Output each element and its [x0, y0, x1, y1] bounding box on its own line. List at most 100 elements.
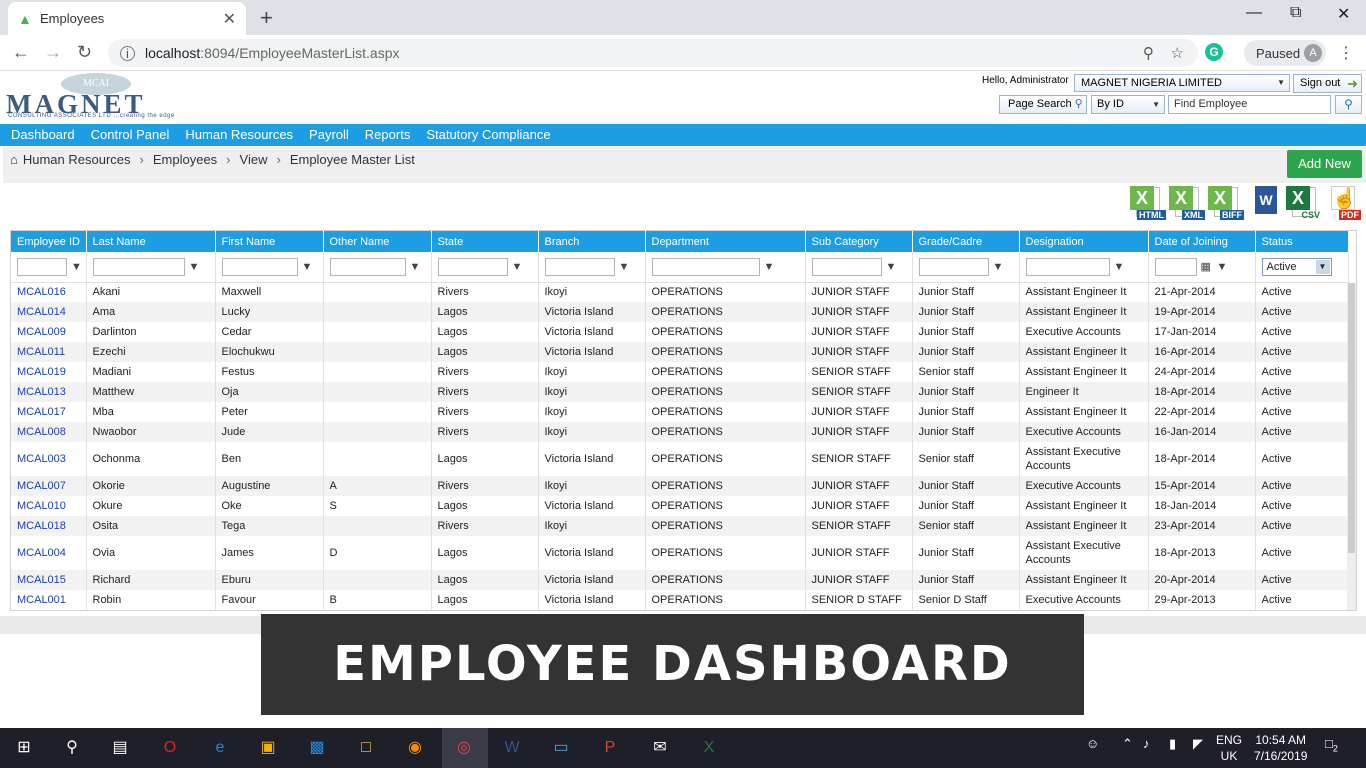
mail-icon[interactable]: ✉ [648, 736, 672, 760]
firefox-icon[interactable]: ◉ [403, 736, 427, 760]
table-row[interactable]: MCAL019 Madiani Festus Rivers Ikoyi OPERATION… [11, 362, 1349, 382]
close-window-icon[interactable]: ✕ [1337, 4, 1350, 24]
employee-id-link[interactable]: MCAL011 [11, 342, 87, 362]
filter-input[interactable] [918, 257, 989, 276]
table-row[interactable]: MCAL014 Ama Lucky Lagos Victoria Island OPERA… [11, 302, 1349, 322]
filter-icon[interactable]: ▼ [1217, 261, 1229, 273]
browser-menu-icon[interactable]: ⋮ [1338, 43, 1354, 63]
profile-button[interactable]: Paused A [1244, 40, 1326, 66]
column-header[interactable]: Branch [538, 231, 646, 252]
date-filter-input[interactable] [1154, 257, 1197, 276]
filter-input[interactable] [651, 257, 760, 276]
menu-item-payroll[interactable]: Payroll [298, 124, 354, 146]
table-row[interactable]: MCAL003 Ochonma Ben Lagos Victoria Island OPE… [11, 442, 1349, 476]
table-row[interactable]: MCAL010 Okure Oke S Lagos Victoria Island OPER… [11, 496, 1349, 516]
breadcrumb-item[interactable]: Human Resources [23, 152, 131, 167]
column-header[interactable]: Employee ID [11, 231, 87, 252]
network-icon[interactable]: ◤ [1193, 736, 1203, 752]
table-row[interactable]: MCAL004 Ovia James D Lagos Victoria Island OPE… [11, 536, 1349, 570]
close-tab-icon[interactable]: ✕ [223, 9, 236, 29]
task-view-icon[interactable]: ▤ [108, 736, 132, 760]
employee-id-link[interactable]: MCAL004 [11, 536, 87, 570]
maximize-icon[interactable]: ⧉ [1290, 4, 1301, 22]
column-header[interactable]: Department [645, 231, 806, 252]
filter-icon[interactable]: ▼ [1114, 261, 1126, 273]
table-row[interactable]: MCAL013 Matthew Oja Rivers Ikoyi OPERATIONS SE… [11, 382, 1349, 402]
table-row[interactable]: MCAL011 Ezechi Elochukwu Lagos Victoria Isla… [11, 342, 1349, 362]
filter-icon[interactable]: ▼ [410, 261, 422, 273]
chrome-icon[interactable]: ◎ [452, 736, 476, 760]
search-by-select[interactable]: By ID ▼ [1091, 95, 1165, 114]
status-filter-select[interactable]: Active ▼ [1261, 257, 1332, 276]
word-icon[interactable]: W [500, 736, 524, 760]
column-header[interactable]: State [431, 231, 539, 252]
search-icon[interactable]: ⚲ [60, 736, 84, 760]
calendar-icon[interactable]: ▦ [1201, 261, 1213, 273]
tray-chevron-icon[interactable]: ⌃ [1122, 736, 1133, 752]
export-word-button[interactable]: W [1247, 186, 1283, 220]
table-row[interactable]: MCAL008 Nwaobor Jude Rivers Ikoyi OPERATIONS J… [11, 422, 1349, 442]
employee-id-link[interactable]: MCAL015 [11, 570, 87, 590]
breadcrumb-item[interactable]: View [240, 152, 268, 167]
file-explorer-icon[interactable]: □ [354, 736, 378, 760]
filter-icon[interactable]: ▼ [764, 261, 776, 273]
breadcrumb-item[interactable]: Employees [153, 152, 217, 167]
filter-input[interactable] [544, 257, 615, 276]
sign-out-button[interactable]: Sign out ➜ [1293, 74, 1362, 93]
export-pdf-button[interactable]: ☝ PDF [1325, 186, 1361, 220]
opera-icon[interactable]: O [158, 736, 182, 760]
filter-icon[interactable]: ▼ [886, 261, 898, 273]
new-tab-icon[interactable]: + [260, 5, 273, 31]
browser-tab[interactable]: ▲ Employees ✕ [8, 2, 246, 35]
excel-icon[interactable]: X [697, 736, 721, 760]
language-indicator[interactable]: ENG UK [1216, 732, 1242, 764]
employee-id-link[interactable]: MCAL016 [11, 282, 87, 302]
site-info-icon[interactable]: i [120, 45, 135, 61]
column-header[interactable]: Status [1255, 231, 1349, 252]
battery-icon[interactable]: ▮ [1169, 736, 1176, 752]
windows-start-icon[interactable]: ⊞ [12, 736, 36, 760]
employee-id-link[interactable]: MCAL007 [11, 476, 87, 496]
column-header[interactable]: Sub Category [805, 231, 913, 252]
employee-id-link[interactable]: MCAL017 [11, 402, 87, 422]
powerpoint-icon[interactable]: P [598, 736, 622, 760]
table-row[interactable]: MCAL017 Mba Peter Rivers Ikoyi OPERATIONS JUNI… [11, 402, 1349, 422]
filter-input[interactable] [92, 257, 185, 276]
filter-input[interactable] [221, 257, 298, 276]
monitor-icon[interactable]: ▭ [549, 736, 573, 760]
filter-icon[interactable]: ▼ [619, 261, 631, 273]
table-row[interactable]: MCAL001 Robin Favour B Lagos Victoria Island O… [11, 590, 1349, 610]
filter-icon[interactable]: ▼ [512, 261, 524, 273]
column-header[interactable]: Grade/Cadre [912, 231, 1020, 252]
table-row[interactable]: MCAL009 Darlinton Cedar Lagos Victoria Islan… [11, 322, 1349, 342]
menu-item-reports[interactable]: Reports [354, 124, 416, 146]
find-employee-search-button[interactable]: ⚲ [1335, 95, 1362, 114]
people-icon[interactable]: ☺ [1086, 736, 1099, 751]
home-icon[interactable]: ⌂ [10, 152, 18, 167]
employee-id-link[interactable]: MCAL010 [11, 496, 87, 516]
menu-item-control-panel[interactable]: Control Panel [80, 124, 175, 146]
company-select[interactable]: MAGNET NIGERIA LIMITED ▼ [1074, 74, 1290, 92]
column-header[interactable]: First Name [215, 231, 324, 252]
add-new-button[interactable]: Add New [1287, 150, 1362, 178]
zoom-icon[interactable]: ⚲ [1143, 45, 1154, 62]
back-icon[interactable]: ← [12, 42, 30, 63]
notification-icon[interactable]: □2 [1325, 736, 1338, 754]
find-employee-input[interactable]: Find Employee [1168, 95, 1331, 114]
bookmark-star-icon[interactable]: ☆ [1171, 45, 1184, 62]
scrollbar-thumb[interactable] [1348, 283, 1355, 553]
table-row[interactable]: MCAL015 Richard Eburu Lagos Victoria Island O… [11, 570, 1349, 590]
employee-id-link[interactable]: MCAL018 [11, 516, 87, 536]
column-header[interactable]: Other Name [323, 231, 432, 252]
volume-icon[interactable]: ♪ [1143, 736, 1150, 751]
export-html-button[interactable]: X HTML [1130, 186, 1166, 220]
employee-id-link[interactable]: MCAL019 [11, 362, 87, 382]
system-clock[interactable]: 10:54 AM 7/16/2019 [1254, 732, 1307, 764]
filter-input[interactable] [811, 257, 882, 276]
employee-id-link[interactable]: MCAL013 [11, 382, 87, 402]
forward-icon[interactable]: → [44, 42, 62, 63]
employee-id-link[interactable]: MCAL014 [11, 302, 87, 322]
reload-icon[interactable]: ↻ [77, 42, 92, 63]
column-header[interactable]: Last Name [86, 231, 216, 252]
filter-icon[interactable]: ▼ [189, 261, 201, 273]
